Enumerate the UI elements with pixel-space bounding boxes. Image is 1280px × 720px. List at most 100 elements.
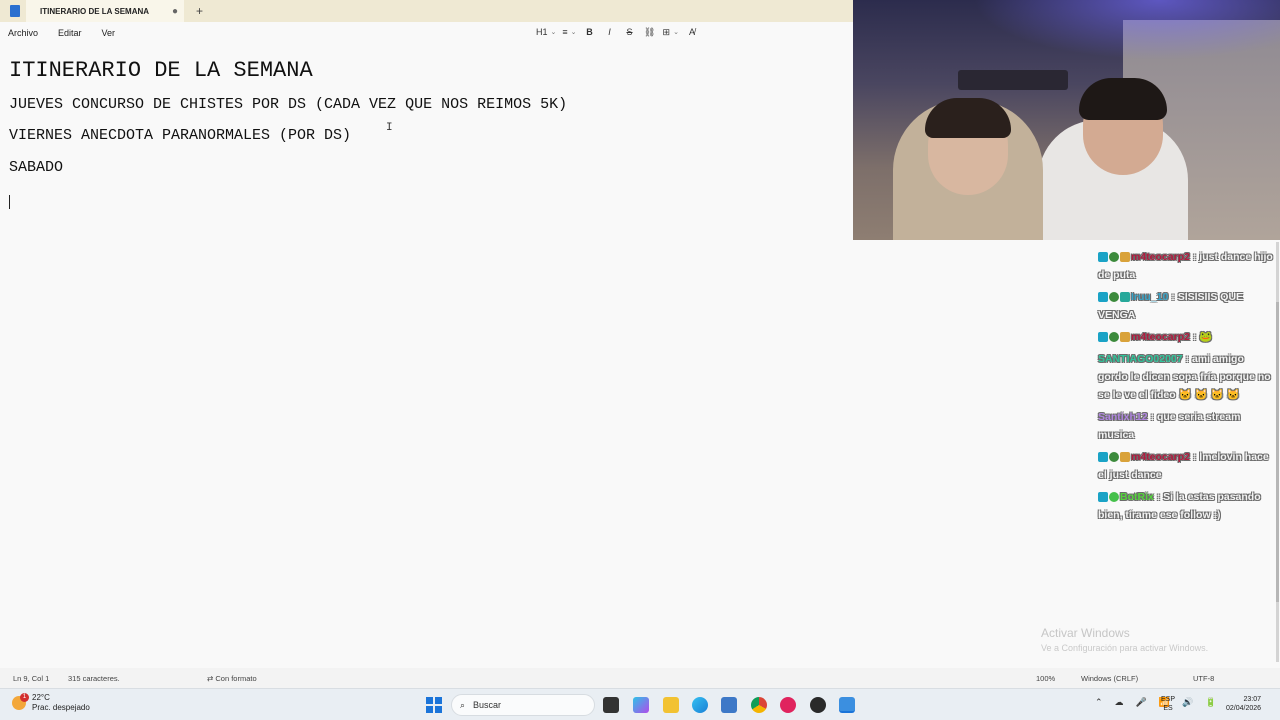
menu-editar[interactable]: Editar (58, 28, 82, 38)
chevron-down-icon: ⌄ (570, 29, 577, 36)
new-tab-button[interactable]: + (196, 4, 203, 18)
gift-badge-icon (1120, 452, 1130, 463)
table-icon: ⊞ (662, 26, 671, 37)
chat-username: Iruu_10 (1131, 291, 1169, 303)
edge-icon[interactable] (692, 697, 708, 713)
chat-username: m4teocarp2 (1131, 331, 1190, 343)
chat-username: BotRix (1120, 491, 1154, 503)
document-line-sabado: SABADO (9, 159, 64, 176)
unsaved-dot-icon[interactable]: ● (172, 6, 178, 17)
chat-username: Santixh12 (1098, 411, 1148, 423)
copilot-icon[interactable] (633, 697, 649, 713)
italic-button[interactable]: I (603, 24, 617, 40)
gift-badge-icon (1120, 252, 1130, 263)
tree-badge-icon (1109, 292, 1119, 303)
notepad-icon (10, 5, 20, 17)
menu-ver[interactable]: Ver (102, 28, 116, 38)
link-button[interactable]: ⛓ (643, 24, 657, 40)
chevron-down-icon: ⌄ (673, 29, 679, 36)
show-hidden-icons-icon[interactable]: ⌃ (1095, 697, 1103, 708)
chat-username: m4teocarp2 (1131, 451, 1190, 463)
menu-bar: Archivo Editar Ver (0, 22, 853, 44)
webcam-video (853, 0, 1280, 240)
clock[interactable]: 23:07 02/04/2026 (1226, 695, 1261, 713)
notification-badge: 1 (20, 693, 29, 702)
chat-message: m4teocarp2 : 🐸 (1098, 328, 1276, 346)
stream-chat: m4teocarp2 : just dance hijo de puta Iruu… (1098, 248, 1276, 528)
person-right-hair (1079, 78, 1167, 120)
strikethrough-button[interactable]: S (623, 24, 637, 40)
chat-message: SANTIAGO02007 : ami amigo gordo le dicen… (1098, 350, 1276, 404)
chat-username: m4teocarp2 (1131, 251, 1190, 263)
cursor-position: Ln 9, Col 1 (13, 674, 50, 683)
chat-message: m4teocarp2 : just dance hijo de puta (1098, 248, 1276, 284)
zoom-level[interactable]: 100% (1036, 674, 1055, 683)
weather-widget[interactable]: 1 22°C Prac. despejado (12, 693, 90, 713)
taskbar-search[interactable]: ⌕ Buscar (451, 694, 595, 716)
chat-scrollbar-thumb[interactable] (1276, 302, 1279, 602)
chat-scrollbar[interactable] (1276, 242, 1279, 662)
search-placeholder: Buscar (473, 700, 502, 710)
video-shelf (958, 70, 1068, 90)
task-view-icon[interactable] (603, 697, 619, 713)
keyboard-layout: ES (1163, 705, 1173, 712)
clock-date: 02/04/2026 (1226, 705, 1262, 712)
notepad-taskbar-icon[interactable] (839, 697, 855, 713)
menu-archivo[interactable]: Archivo (8, 28, 38, 38)
chat-username: SANTIAGO02007 (1098, 353, 1183, 365)
activate-windows-title: Activar Windows (1041, 626, 1130, 640)
list-dropdown[interactable]: ≡ ⌄ (562, 24, 576, 40)
char-count: 315 caracteres. (68, 674, 120, 683)
chevron-down-icon: ⌄ (550, 29, 557, 36)
obs-icon[interactable] (810, 697, 826, 713)
document-line-viernes: VIERNES ANECDOTA PARANORMALES (POR DS) (9, 127, 352, 144)
start-windows-icon[interactable] (426, 697, 442, 713)
volume-icon[interactable]: 🔊 (1182, 697, 1193, 708)
heading-dropdown[interactable]: H1 ⌄ (536, 24, 556, 40)
text-caret (9, 195, 10, 209)
mod-badge-icon (1098, 332, 1108, 343)
temperature: 22°C (32, 693, 50, 702)
tab-itinerario[interactable]: ITINERARIO DE LA SEMANA ● (26, 0, 184, 22)
clock-time: 23:07 (1243, 696, 1262, 703)
mod-badge-icon (1098, 252, 1108, 263)
editor-area[interactable]: ITINERARIO DE LA SEMANA JUEVES CONCURSO … (0, 44, 853, 668)
line-ending[interactable]: Windows (CRLF) (1081, 674, 1138, 683)
chrome-icon[interactable] (751, 697, 767, 713)
clear-format-button[interactable]: A̸ (685, 24, 699, 40)
sun-icon: 1 (12, 693, 29, 710)
file-explorer-icon[interactable] (663, 697, 679, 713)
table-dropdown[interactable]: ⊞ ⌄ (663, 24, 679, 40)
ibeam-cursor-icon: I (386, 122, 393, 134)
mod-badge-icon (1098, 292, 1108, 303)
format-mode-label: Con formato (215, 674, 257, 683)
outlook-icon[interactable] (721, 697, 737, 713)
document-heading: ITINERARIO DE LA SEMANA (9, 58, 313, 83)
microphone-icon[interactable]: 🎤 (1136, 697, 1147, 708)
status-bar: Ln 9, Col 1 315 caracteres. ⇄ Con format… (0, 668, 1280, 688)
music-app-icon[interactable] (780, 697, 796, 713)
language-code: ESP (1161, 696, 1176, 703)
activate-windows-subtitle: Ve a Configuración para activar Windows. (1041, 643, 1209, 653)
heading-label: H1 (536, 27, 548, 37)
format-mode[interactable]: ⇄ Con formato (207, 674, 257, 683)
chat-message: BotRix : Si la estas pasando bien, tíram… (1098, 488, 1276, 524)
document-line-jueves: JUEVES CONCURSO DE CHISTES POR DS (CADA … (9, 96, 568, 113)
system-tray: ⌃ ☁ 🎤 📶 🔊 🔋 (1095, 697, 1216, 708)
chat-message: Santixh12 : que seria stream musica (1098, 408, 1276, 444)
tree-badge-icon (1109, 452, 1119, 463)
format-toolbar: H1 ⌄ ≡ ⌄ B I S ⛓ ⊞ ⌄ A̸ (536, 24, 699, 40)
list-icon: ≡ (562, 27, 568, 37)
encoding[interactable]: UTF-8 (1193, 674, 1214, 683)
search-icon: ⌕ (460, 699, 466, 710)
language-indicator[interactable]: ESP ES (1161, 695, 1175, 713)
mod-badge-icon (1098, 452, 1108, 463)
battery-icon[interactable]: 🔋 (1205, 697, 1216, 708)
bold-button[interactable]: B (583, 24, 597, 40)
chat-message: Iruu_10 : SISISIIS QUE VENGA (1098, 288, 1276, 324)
onedrive-icon[interactable]: ☁ (1115, 697, 1124, 708)
person-left-hair (925, 98, 1011, 138)
chat-message: m4teocarp2 : lmelovin hace el just dance (1098, 448, 1276, 484)
taskbar: 1 22°C Prac. despejado ⌕ Buscar ⌃ ☁ 🎤 📶 🔊 🔋 E… (0, 688, 1280, 720)
tab-title: ITINERARIO DE LA SEMANA (40, 6, 150, 16)
